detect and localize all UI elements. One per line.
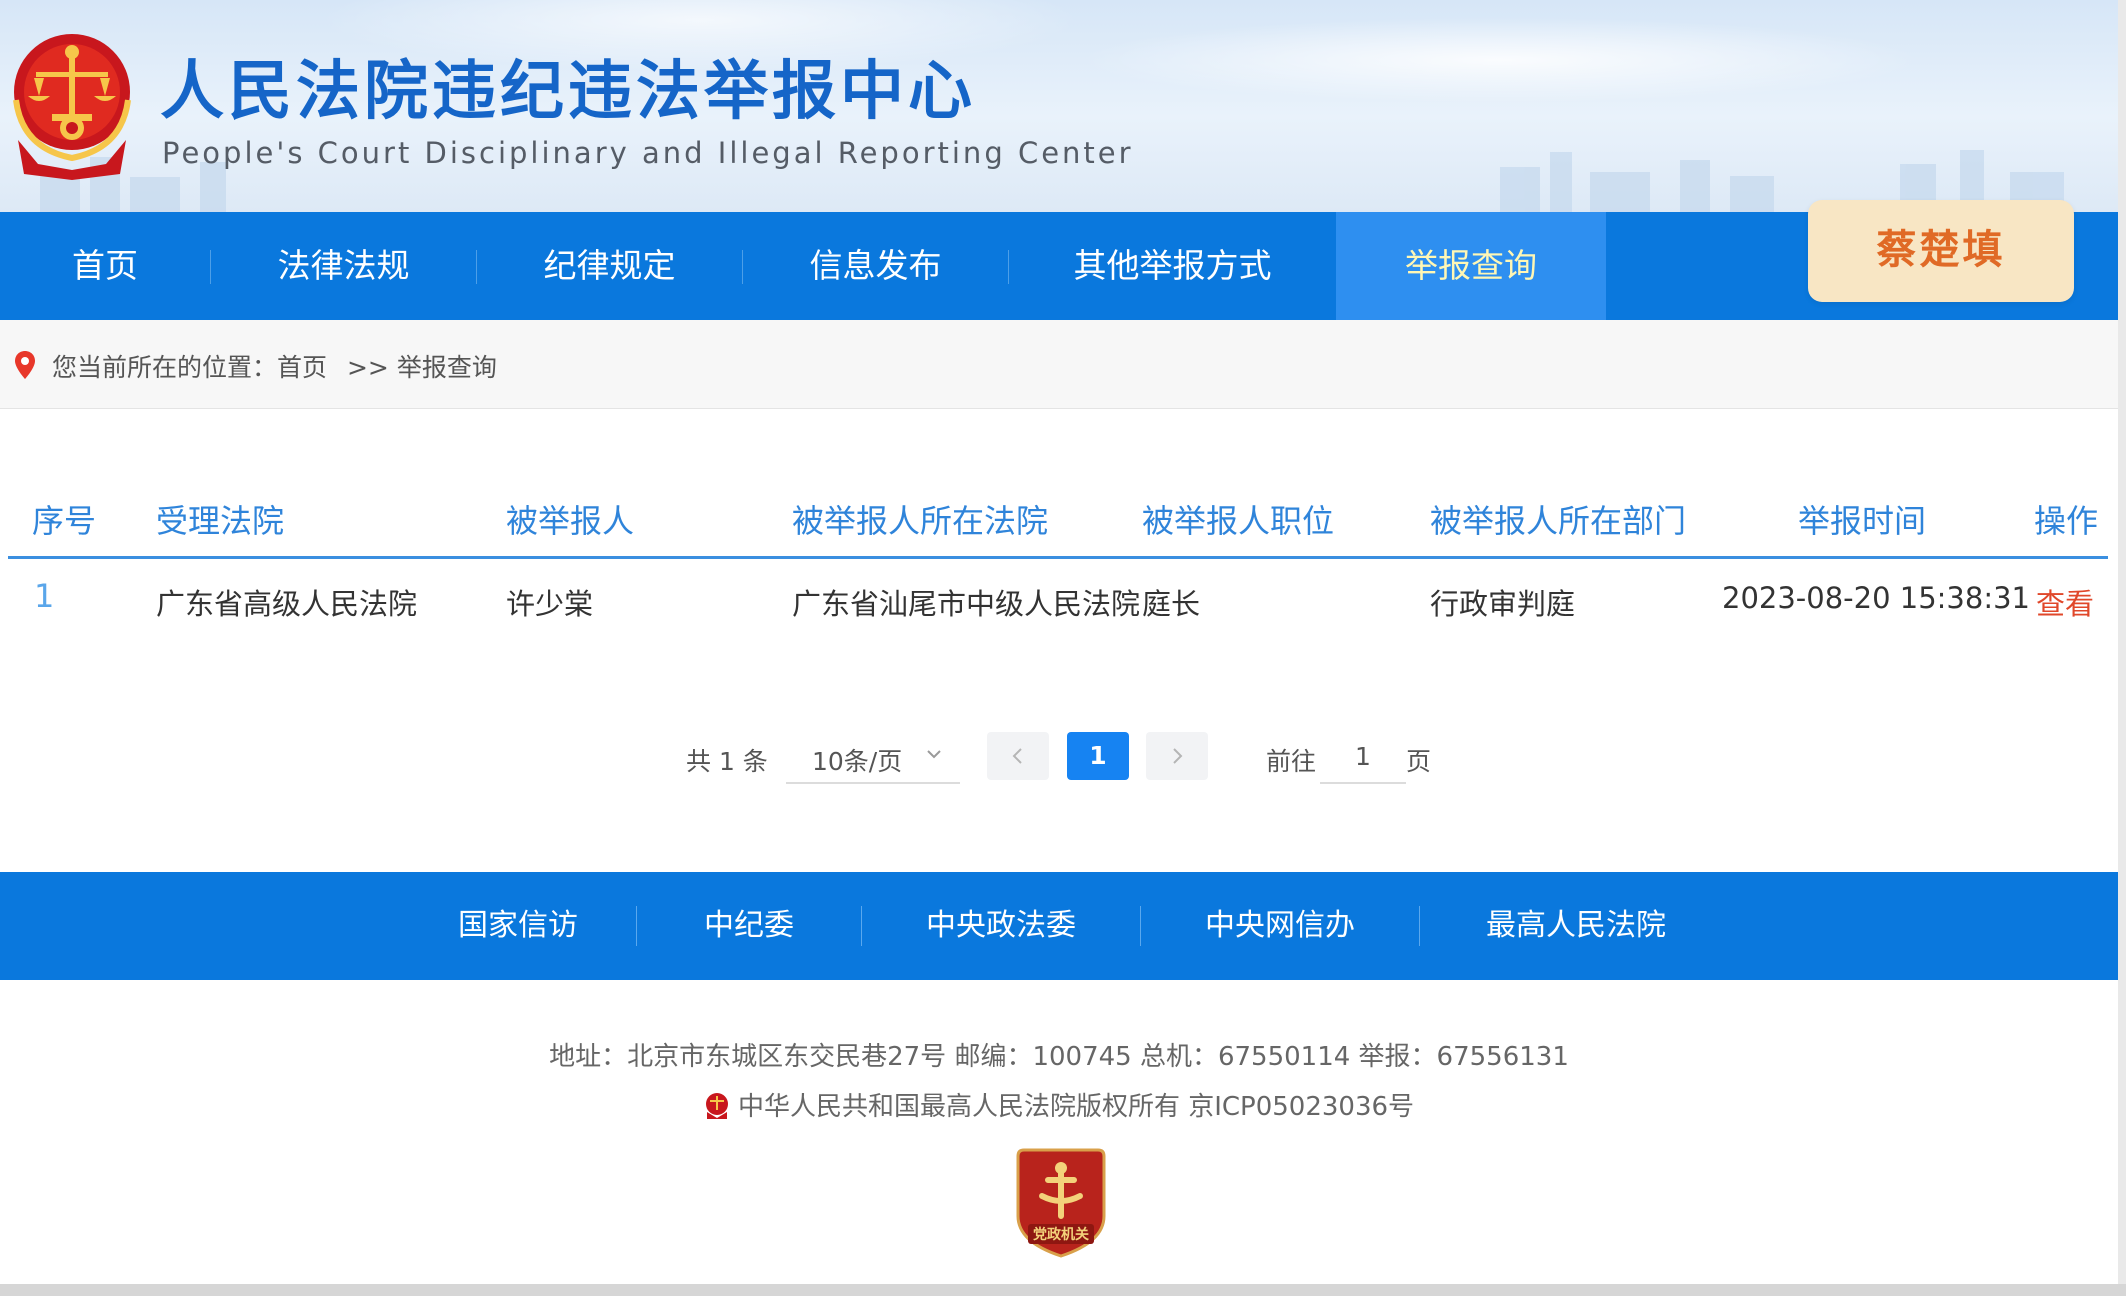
court-emblem-small-icon xyxy=(705,1093,728,1119)
footer-link-supreme-court[interactable]: 最高人民法院 xyxy=(1420,872,1732,980)
site-header: 人民法院违纪违法举报中心 People's Court Disciplinary… xyxy=(0,0,2126,212)
court-emblem-icon xyxy=(13,34,131,180)
cell-index: 1 xyxy=(34,577,55,615)
cell-court: 广东省高级人民法院 xyxy=(156,587,418,621)
nav-item-discipline[interactable]: 纪律规定 xyxy=(477,212,742,320)
party-government-badge-icon[interactable]: 党政机关 xyxy=(1014,1146,1108,1258)
footer-link-ccdi[interactable]: 中纪委 xyxy=(637,872,861,980)
page-size-value: 10条/页 xyxy=(812,747,903,776)
footer-copyright-line: 中华人民共和国最高人民法院版权所有 京ICP05023036号 xyxy=(0,1086,2118,1123)
horizontal-scrollbar[interactable] xyxy=(0,1284,2126,1296)
breadcrumb: 您当前所在的位置：首页 >> 举报查询 xyxy=(0,320,2118,409)
column-header-position: 被举报人职位 xyxy=(1142,502,1335,540)
footer-navigation: 国家信访 中纪委 中央政法委 中央网信办 最高人民法院 xyxy=(0,872,2118,980)
footer-link-political-legal-commission[interactable]: 中央政法委 xyxy=(862,872,1140,980)
nav-item-other-reporting[interactable]: 其他举报方式 xyxy=(1009,212,1336,320)
cell-position: 庭长 xyxy=(1142,587,1201,621)
column-header-reported-court: 被举报人所在法院 xyxy=(792,502,1049,540)
report-table: 序号 受理法院 被举报人 被举报人所在法院 被举报人职位 被举报人所在部门 举报… xyxy=(8,488,2108,639)
chevron-right-icon xyxy=(1173,748,1183,764)
table-row: 1 广东省高级人民法院 许少棠 广东省汕尾市中级人民法院 庭长 行政审判庭 20… xyxy=(8,559,2108,639)
goto-suffix: 页 xyxy=(1406,747,1432,776)
current-page-button[interactable]: 1 xyxy=(1067,732,1129,780)
chevron-down-icon xyxy=(927,750,941,759)
column-header-reported-person: 被举报人 xyxy=(506,502,635,540)
goto-label: 前往 xyxy=(1266,747,1317,776)
party-badge-text: 党政机关 xyxy=(1033,1226,1089,1243)
page-size-select[interactable]: 10条/页 xyxy=(786,730,960,784)
pagination: 共 1 条 10条/页 1 前往 页 xyxy=(0,730,2126,786)
view-report-link[interactable]: 查看 xyxy=(2036,581,2094,623)
site-title-english: People's Court Disciplinary and Illegal … xyxy=(162,136,1134,170)
column-header-court: 受理法院 xyxy=(156,502,285,540)
footer-link-cyberspace-office[interactable]: 中央网信办 xyxy=(1141,872,1419,980)
column-header-time: 举报时间 xyxy=(1798,502,1927,540)
breadcrumb-current: 举报查询 xyxy=(396,353,497,382)
breadcrumb-home-link[interactable]: 首页 xyxy=(277,353,327,382)
chevron-left-icon xyxy=(1012,748,1022,764)
breadcrumb-text: 您当前所在的位置：首页 >> 举报查询 xyxy=(52,348,497,384)
column-header-action: 操作 xyxy=(2034,502,2099,540)
nav-item-report-query[interactable]: 举报查询 xyxy=(1336,212,1606,320)
user-name-badge[interactable]: 蔡楚填 xyxy=(1808,200,2074,302)
cell-time: 2023-08-20 15:38:31 xyxy=(1722,581,2030,615)
footer-copyright: 中华人民共和国最高人民法院版权所有 京ICP05023036号 xyxy=(737,1092,1415,1122)
vertical-scrollbar[interactable] xyxy=(2118,0,2126,1296)
cell-reported-person: 许少棠 xyxy=(506,587,594,621)
column-header-department: 被举报人所在部门 xyxy=(1430,502,1687,540)
goto-page-input[interactable] xyxy=(1320,730,1406,784)
footer-link-state-petition[interactable]: 国家信访 xyxy=(400,872,636,980)
cell-reported-court: 广东省汕尾市中级人民法院 xyxy=(792,587,1141,621)
breadcrumb-prefix: 您当前所在的位置： xyxy=(52,353,278,382)
footer-address: 地址：北京市东城区东交民巷27号 邮编：100745 总机：67550114 举… xyxy=(549,1042,1569,1072)
nav-item-laws[interactable]: 法律法规 xyxy=(211,212,476,320)
breadcrumb-separator: >> xyxy=(346,353,389,382)
nav-item-home[interactable]: 首页 xyxy=(0,212,210,320)
nav-item-news[interactable]: 信息发布 xyxy=(743,212,1008,320)
previous-page-button[interactable] xyxy=(987,732,1049,780)
next-page-button[interactable] xyxy=(1146,732,1208,780)
pagination-total: 共 1 条 xyxy=(686,747,768,776)
site-title-chinese: 人民法院违纪违法举报中心 xyxy=(160,55,976,129)
location-pin-icon xyxy=(15,351,35,379)
column-header-index: 序号 xyxy=(32,502,97,540)
cell-department: 行政审判庭 xyxy=(1430,587,1576,621)
table-header-row: 序号 受理法院 被举报人 被举报人所在法院 被举报人职位 被举报人所在部门 举报… xyxy=(8,488,2108,559)
